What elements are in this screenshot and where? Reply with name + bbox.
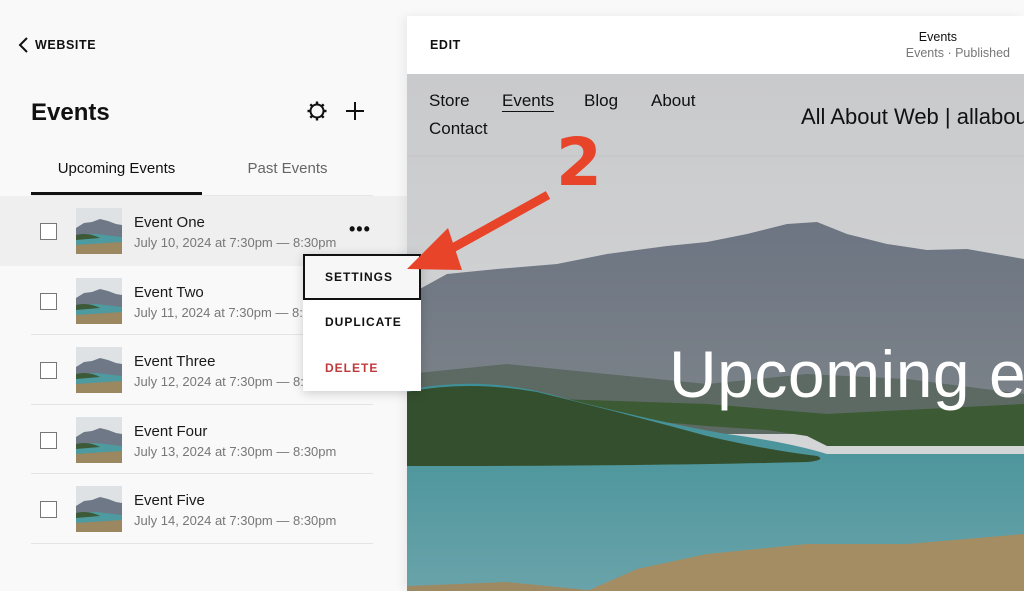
- event-name: Event Two: [134, 283, 204, 301]
- menu-item-settings[interactable]: SETTINGS: [303, 254, 421, 300]
- hero-landscape-image: [407, 74, 1024, 591]
- event-name: Event Five: [134, 492, 205, 509]
- tab-upcoming-events[interactable]: Upcoming Events: [31, 150, 202, 195]
- event-thumbnail: [76, 347, 122, 393]
- event-checkbox[interactable]: [40, 501, 57, 518]
- app-root: WEBSITE Events Upcoming Events Past Even…: [0, 0, 1024, 591]
- tab-past-events[interactable]: Past Events: [202, 150, 373, 195]
- event-date: July 13, 2024 at 7:30pm — 8:30pm: [134, 443, 337, 459]
- event-checkbox[interactable]: [40, 362, 57, 379]
- gear-icon[interactable]: [305, 99, 329, 123]
- event-date: July 10, 2024 at 7:30pm — 8:30pm: [134, 235, 337, 250]
- nav-link-contact[interactable]: Contact: [429, 119, 488, 139]
- event-tabs: Upcoming Events Past Events: [31, 150, 373, 196]
- event-name: Event Four: [134, 422, 208, 440]
- events-panel: WEBSITE Events Upcoming Events Past Even…: [0, 0, 421, 591]
- event-row[interactable]: Event Five July 14, 2024 at 7:30pm — 8:3…: [0, 474, 408, 544]
- hero-heading: Upcoming e: [669, 337, 1024, 411]
- chevron-left-icon: [18, 37, 28, 53]
- event-context-menu: SETTINGS DUPLICATE DELETE: [303, 254, 421, 391]
- annotation-step-number: 2: [556, 124, 602, 201]
- nav-link-blog[interactable]: Blog: [584, 91, 618, 111]
- panel-title: Events: [31, 99, 110, 126]
- site-title[interactable]: All About Web | allabou: [801, 104, 1024, 130]
- menu-item-duplicate[interactable]: DUPLICATE: [303, 300, 421, 346]
- hero-section: Store Events Blog About Contact All Abou…: [407, 74, 1024, 591]
- ellipsis-icon[interactable]: •••: [349, 220, 371, 238]
- back-to-website-link[interactable]: WEBSITE: [18, 37, 96, 53]
- preview-topbar: EDIT Events Events · Published: [407, 16, 1024, 74]
- event-checkbox[interactable]: [40, 431, 57, 449]
- site-preview: EDIT Events Events · Published Store Eve…: [407, 16, 1024, 591]
- event-name: Event Three: [134, 353, 216, 370]
- event-date: July 14, 2024 at 7:30pm — 8:30pm: [134, 513, 337, 528]
- event-thumbnail: [76, 486, 122, 532]
- event-row[interactable]: Event Four July 13, 2024 at 7:30pm — 8:3…: [0, 405, 408, 474]
- event-thumbnail: [76, 416, 122, 463]
- event-checkbox[interactable]: [40, 223, 57, 240]
- menu-item-delete[interactable]: DELETE: [303, 345, 421, 391]
- plus-icon[interactable]: [343, 99, 367, 123]
- nav-link-store[interactable]: Store: [429, 91, 470, 111]
- event-thumbnail: [76, 208, 122, 254]
- page-status: Events · Published: [905, 46, 1010, 60]
- row-divider: [31, 542, 373, 544]
- event-name: Event One: [134, 214, 205, 231]
- page-title: Events: [918, 30, 957, 44]
- edit-button[interactable]: EDIT: [430, 38, 461, 52]
- nav-link-about[interactable]: About: [651, 91, 695, 111]
- event-checkbox[interactable]: [40, 292, 57, 310]
- back-label: WEBSITE: [35, 38, 97, 52]
- nav-link-events[interactable]: Events: [502, 91, 554, 112]
- event-thumbnail: [76, 277, 122, 324]
